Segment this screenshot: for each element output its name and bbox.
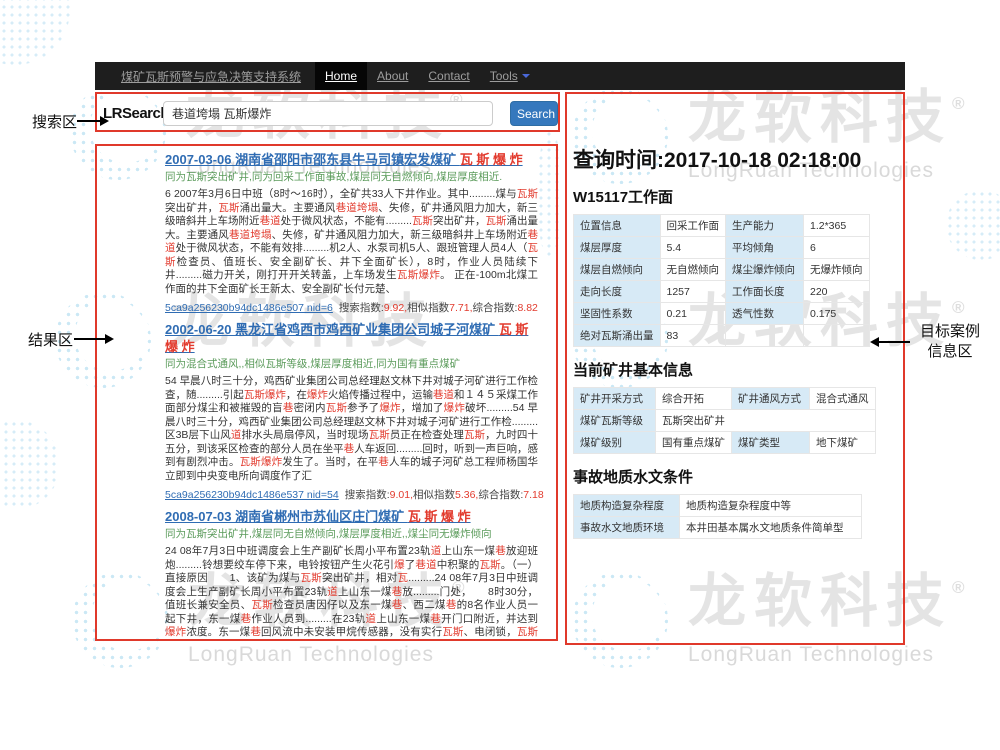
result-metrics: 搜索指数:9.01,相似指数5.36,综合指数:7.18 — [345, 489, 544, 501]
info-value-cell: 国有重点煤矿 — [656, 432, 732, 454]
search-input[interactable] — [163, 101, 493, 126]
info-label-cell: 走向长度 — [574, 281, 661, 303]
dotted-circle-decoration — [0, 0, 70, 65]
info-label-cell: 煤矿级别 — [574, 432, 656, 454]
result-similarity-note: 同为瓦斯突出矿井,煤层同无自燃倾向,煤层厚度相近,,煤尘同无爆炸倾向 — [165, 528, 538, 541]
search-button[interactable]: Search — [510, 101, 558, 126]
result-item: 2008-07-03 湖南省郴州市苏仙区庄门煤矿 瓦 斯 爆 炸同为瓦斯突出矿井… — [165, 509, 538, 641]
result-footer: 5ca9a256230b94dc1486e507 nid=6 搜索指数:9.92,… — [165, 300, 538, 315]
info-value-cell: 瓦斯突出矿井 — [656, 410, 876, 432]
info-section-title: W15117工作面 — [573, 186, 895, 207]
results-area-label: 结果区 — [28, 329, 73, 350]
info-value-cell: 0.175 — [804, 303, 870, 325]
info-value-cell — [726, 325, 804, 347]
info-value-cell: 无自燃倾向 — [660, 259, 726, 281]
info-label-cell: 矿井通风方式 — [732, 388, 810, 410]
target-case-info-box: 查询时间:2017-10-18 02:18:00 W15117工作面位置信息回采… — [565, 92, 905, 645]
caret-down-icon — [522, 74, 530, 78]
info-value-cell: 1257 — [660, 281, 726, 303]
top-navbar: 煤矿瓦斯预警与应急决策支持系统 Home About Contact Tools — [95, 62, 905, 90]
info-value-cell: 6 — [804, 237, 870, 259]
info-value-cell: 回采工作面 — [660, 215, 726, 237]
info-label-cell: 煤矿类型 — [732, 432, 810, 454]
info-label-cell: 坚固性系数 — [574, 303, 661, 325]
result-similarity-note: 同为瓦斯突出矿井,同为回采工作面事故,煤层同无自燃倾向,煤层厚度相近. — [165, 171, 538, 184]
info-value-cell: 5.4 — [660, 237, 726, 259]
info-label-cell: 煤层自燃倾向 — [574, 259, 661, 281]
info-value-cell: 综合开拓 — [656, 388, 732, 410]
info-label-cell: 平均倾角 — [726, 237, 804, 259]
query-time-heading: 查询时间:2017-10-18 02:18:00 — [573, 144, 895, 174]
info-label-cell: 煤尘爆炸倾向 — [726, 259, 804, 281]
info-value-cell: 无爆炸倾向 — [804, 259, 870, 281]
info-value-cell: 220 — [804, 281, 870, 303]
result-snippet: 6 2007年3月6日中班（8时～16时），全矿共33人下井作业。其中.....… — [165, 188, 538, 296]
results-area-box: 2007-03-06 湖南省邵阳市邵东县牛马司镇宏发煤矿 瓦 斯 爆 炸同为瓦斯… — [95, 144, 558, 641]
results-area-arrow-icon — [74, 338, 106, 340]
result-item: 2007-03-06 湖南省邵阳市邵东县牛马司镇宏发煤矿 瓦 斯 爆 炸同为瓦斯… — [165, 152, 538, 315]
info-value-cell: 1.2*365 — [804, 215, 870, 237]
search-area-box: LRSearch Search — [95, 92, 560, 132]
result-title-link[interactable]: 2008-07-03 湖南省郴州市苏仙区庄门煤矿 瓦 斯 爆 炸 — [165, 509, 538, 525]
result-id-link[interactable]: 5ca9a256230b94dc1486e537 nid=54 — [165, 489, 339, 501]
info-table: 矿井开采方式综合开拓矿井通风方式混合式通风煤矿瓦斯等级瓦斯突出矿井煤矿级别国有重… — [573, 387, 876, 454]
nav-item-home[interactable]: Home — [315, 62, 367, 90]
info-value-cell: 混合式通风 — [810, 388, 876, 410]
nav-item-tools[interactable]: Tools — [480, 62, 540, 90]
info-sections: W15117工作面位置信息回采工作面生产能力1.2*365 煤层厚度5.4平均倾角… — [573, 186, 895, 539]
result-title-link[interactable]: 2002-06-20 黑龙江省鸡西市鸡西矿业集团公司城子河煤矿 瓦 斯 爆 炸 — [165, 322, 538, 355]
result-similarity-note: 同为混合式通风,,相似瓦斯等级,煤层厚度相近,同为国有重点煤矿 — [165, 358, 538, 371]
info-label-cell: 煤层厚度 — [574, 237, 661, 259]
nav-item-contact[interactable]: Contact — [418, 62, 479, 90]
target-case-label: 目标案例 信息区 — [914, 322, 986, 363]
page: 龙软科技® LongRuan Technologies 龙软科技® LongRu… — [0, 0, 1000, 750]
result-id-link[interactable]: 5ca9a256230b94dc1486e507 nid=6 — [165, 302, 333, 314]
info-label-cell: 煤矿瓦斯等级 — [574, 410, 656, 432]
info-label-cell: 地质构造复杂程度 — [574, 495, 680, 517]
navbar-brand[interactable]: 煤矿瓦斯预警与应急决策支持系统 — [121, 68, 301, 85]
info-value-cell: 本井田基本属水文地质条件简单型 — [680, 517, 862, 539]
info-label-cell: 工作面长度 — [726, 281, 804, 303]
info-value-cell — [804, 325, 870, 347]
info-section-title: 事故地质水文条件 — [573, 466, 895, 487]
info-label-cell: 位置信息 — [574, 215, 661, 237]
info-value-cell: 地质构造复杂程度中等 — [680, 495, 862, 517]
dotted-circle-decoration — [946, 190, 1000, 260]
result-snippet: 24 08年7月3日中班调度会上生产副矿长周小平布置23轨道上山东一煤巷放迎班炮… — [165, 545, 538, 641]
info-label-cell: 矿井开采方式 — [574, 388, 656, 410]
info-value-cell: 地下煤矿 — [810, 432, 876, 454]
lrsearch-logo: LRSearch — [103, 105, 169, 122]
result-item: 2002-06-20 黑龙江省鸡西市鸡西矿业集团公司城子河煤矿 瓦 斯 爆 炸同… — [165, 322, 538, 502]
result-metrics: 搜索指数:9.92,相似指数7.71,综合指数:8.82 — [339, 302, 538, 314]
search-area-arrow-icon — [77, 120, 101, 122]
nav-item-tools-label: Tools — [490, 69, 518, 83]
info-label-cell: 透气性数 — [726, 303, 804, 325]
result-title-link[interactable]: 2007-03-06 湖南省邵阳市邵东县牛马司镇宏发煤矿 瓦 斯 爆 炸 — [165, 152, 538, 168]
info-label-cell: 绝对瓦斯涌出量 — [574, 325, 661, 347]
target-case-arrow-icon — [878, 341, 910, 343]
info-label-cell: 事故水文地质环境 — [574, 517, 680, 539]
result-snippet: 54 早晨八时三十分，鸡西矿业集团公司总经理赵文林下井对城子河矿进行工作检查，随… — [165, 375, 538, 483]
result-footer: 5ca9a256230b94dc1486e537 nid=54搜索指数:9.01… — [165, 487, 538, 502]
info-value-cell: 0.21 — [660, 303, 726, 325]
info-value-cell: 83 — [660, 325, 726, 347]
info-table: 地质构造复杂程度地质构造复杂程度中等事故水文地质环境本井田基本属水文地质条件简单… — [573, 494, 862, 539]
dotted-circle-decoration — [0, 420, 60, 510]
nav-item-about[interactable]: About — [367, 62, 418, 90]
info-table: 位置信息回采工作面生产能力1.2*365 煤层厚度5.4平均倾角6 煤层自燃倾向无自… — [573, 214, 870, 347]
info-label-cell: 生产能力 — [726, 215, 804, 237]
search-area-label: 搜索区 — [32, 111, 77, 132]
info-section-title: 当前矿井基本信息 — [573, 359, 895, 380]
